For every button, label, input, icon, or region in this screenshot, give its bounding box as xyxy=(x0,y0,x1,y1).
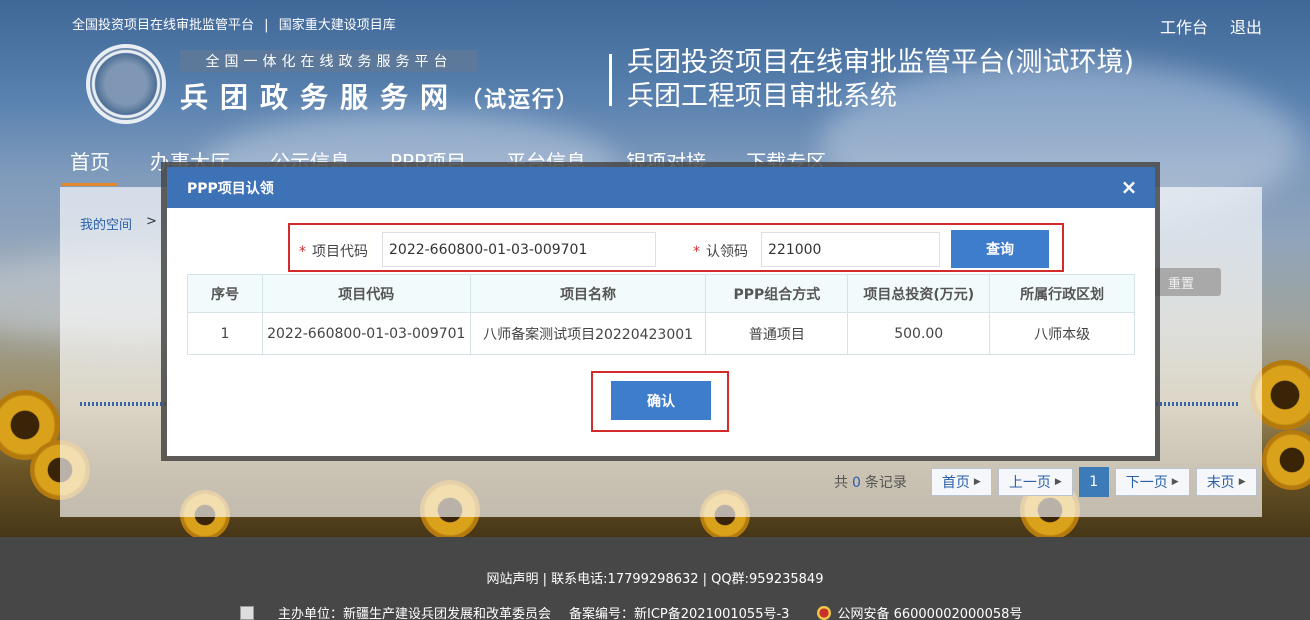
project-code-input[interactable] xyxy=(382,232,656,267)
system-title: 兵团投资项目在线审批监管平台(测试环境) 兵团工程项目审批系统 xyxy=(627,46,1134,114)
next-page-label: 下一页 xyxy=(1125,475,1168,491)
confirm-button[interactable]: 确认 xyxy=(611,381,711,420)
total-suffix: 条记录 xyxy=(864,475,907,491)
triangle-right-icon: ▶ xyxy=(973,477,981,487)
workbench-link[interactable]: 工作台 xyxy=(1160,14,1208,38)
query-button[interactable]: 查询 xyxy=(951,230,1049,268)
close-icon[interactable]: × xyxy=(1119,177,1139,197)
total-prefix: 共 xyxy=(834,475,848,491)
prev-page-button[interactable]: 上一页 ▶ xyxy=(997,468,1073,496)
cell-project-name: 八师备案测试项目20220423001 xyxy=(469,312,707,355)
police-badge-icon xyxy=(817,605,832,620)
project-table: 序号 项目代码 项目名称 PPP组合方式 项目总投资(万元) 所属行政区划 1 … xyxy=(187,274,1135,355)
system-title-line1: 兵团投资项目在线审批监管平台(测试环境) xyxy=(627,47,1135,78)
logout-link[interactable]: 退出 xyxy=(1230,14,1262,38)
total-records: 共 0 条记录 xyxy=(834,472,907,492)
footer-icp[interactable]: 备案编号：新ICP备2021001055号-3 xyxy=(569,603,789,620)
site-footer: 网站声明 | 联系电话:17799298632 | QQ群:959235849 … xyxy=(0,537,1310,620)
logo-subtitle: 全国一体化在线政务服务平台 xyxy=(180,50,478,72)
claim-code-label-text: 认领码 xyxy=(706,244,748,260)
footer-contact: 网站声明 | 联系电话:17799298632 | QQ群:959235849 xyxy=(486,572,824,587)
required-mark: * xyxy=(299,244,306,260)
first-page-button[interactable]: 首页 ▶ xyxy=(930,468,992,496)
cell-region: 八师本级 xyxy=(989,312,1135,355)
project-code-label: * 项目代码 xyxy=(299,241,368,261)
cell-ppp-mode: 普通项目 xyxy=(705,312,849,355)
col-total-investment: 项目总投资(万元) xyxy=(847,274,991,313)
user-links: 工作台 退出 xyxy=(1160,14,1262,38)
col-project-name: 项目名称 xyxy=(469,274,707,313)
first-page-label: 首页 xyxy=(941,475,970,491)
claim-code-label: * 认领码 xyxy=(693,241,748,261)
cell-project-code: 2022-660800-01-03-009701 xyxy=(261,312,471,355)
last-page-button[interactable]: 末页 ▶ xyxy=(1195,468,1257,496)
project-code-label-text: 项目代码 xyxy=(312,244,368,260)
breadcrumb-arrow: > xyxy=(146,214,157,229)
logo-title-paren: （试运行） xyxy=(460,88,581,113)
logo-title: 兵团政务服务网（试运行） xyxy=(180,76,580,116)
top-links: 全国投资项目在线审批监管平台 | 国家重大建设项目库 xyxy=(72,14,402,33)
dialog-header: PPP项目认领 × xyxy=(167,167,1155,208)
top-link-major-projects[interactable]: 国家重大建设项目库 xyxy=(279,18,396,33)
prev-page-label: 上一页 xyxy=(1008,475,1051,491)
cell-index: 1 xyxy=(187,312,263,355)
col-index: 序号 xyxy=(187,274,263,313)
triangle-right-icon: ▶ xyxy=(1171,477,1179,487)
footer-police[interactable]: 公网安备 66000002000058号 xyxy=(837,603,1022,620)
col-ppp-mode: PPP组合方式 xyxy=(705,274,849,313)
table-header-row: 序号 项目代码 项目名称 PPP组合方式 项目总投资(万元) 所属行政区划 xyxy=(187,274,1135,313)
system-title-line2: 兵团工程项目审批系统 xyxy=(627,81,897,112)
cell-total-investment: 500.00 xyxy=(847,312,991,355)
logo-title-text: 兵团政务服务网 xyxy=(180,81,461,114)
next-page-button[interactable]: 下一页 ▶ xyxy=(1114,468,1190,496)
triangle-right-icon: ▶ xyxy=(1238,477,1246,487)
broken-image-icon xyxy=(240,605,254,620)
pagination: 共 0 条记录 首页 ▶ 上一页 ▶ 1 下一页 ▶ 末页 ▶ xyxy=(834,467,1263,497)
claim-code-input[interactable] xyxy=(761,232,940,267)
footer-registration: 主办单位：新疆生产建设兵团发展和改革委员会 备案编号：新ICP备20210010… xyxy=(240,603,1022,620)
triangle-right-icon: ▶ xyxy=(1054,477,1062,487)
footer-sponsor: 主办单位：新疆生产建设兵团发展和改革委员会 xyxy=(278,607,552,620)
col-region: 所属行政区划 xyxy=(989,274,1135,313)
table-row[interactable]: 1 2022-660800-01-03-009701 八师备案测试项目20220… xyxy=(187,312,1135,355)
top-link-separator: | xyxy=(264,18,269,33)
total-count: 0 xyxy=(852,475,861,491)
site-logo xyxy=(86,44,166,124)
header-divider xyxy=(609,54,612,106)
top-link-national-platform[interactable]: 全国投资项目在线审批监管平台 xyxy=(72,18,254,33)
dialog-title: PPP项目认领 xyxy=(187,180,274,197)
breadcrumb-my-space[interactable]: 我的空间 xyxy=(80,214,132,233)
last-page-label: 末页 xyxy=(1206,475,1235,491)
col-project-code: 项目代码 xyxy=(261,274,471,313)
ppp-claim-dialog: PPP项目认领 × * 项目代码 * 认领码 查询 序号 项目代码 项目名称 PPP… xyxy=(167,167,1155,456)
current-page[interactable]: 1 xyxy=(1078,467,1109,497)
nav-item-home[interactable]: 首页 xyxy=(62,146,118,186)
required-mark: * xyxy=(693,244,700,260)
